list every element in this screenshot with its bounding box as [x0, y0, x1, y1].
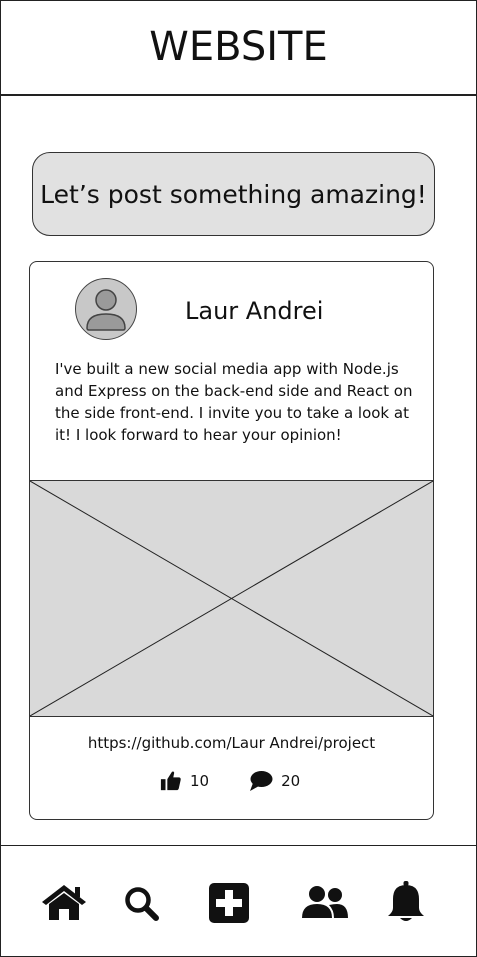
nav-home-button[interactable] [39, 882, 89, 922]
nav-search-button[interactable] [123, 886, 161, 922]
post-stats: 10 20 [160, 768, 300, 794]
home-icon [42, 885, 86, 920]
compose-label: Let’s post something amazing! [40, 179, 427, 209]
post-body-text: I've built a new social media app with N… [55, 360, 413, 444]
post-card: Laur Andrei I've built a new social medi… [29, 261, 434, 820]
bell-icon [388, 881, 424, 921]
site-title: WEBSITE [149, 23, 328, 70]
comment-button[interactable]: 20 [249, 770, 300, 792]
comment-icon [250, 771, 273, 791]
search-icon [125, 887, 159, 921]
thumbs-up-icon [160, 771, 181, 791]
app-frame: WEBSITE Let’s post something amazing! La… [0, 0, 477, 957]
header: WEBSITE [1, 1, 476, 96]
user-avatar-icon[interactable] [75, 278, 137, 340]
add-post-icon [209, 883, 249, 923]
nav-friends-button[interactable] [301, 884, 349, 920]
avatar-glyph [86, 289, 126, 331]
post-author-name[interactable]: Laur Andrei [185, 297, 323, 325]
bottom-nav [1, 845, 476, 957]
image-placeholder[interactable] [30, 480, 433, 717]
comment-count: 20 [281, 772, 301, 790]
nav-notifications-button[interactable] [386, 880, 426, 924]
compose-post-button[interactable]: Let’s post something amazing! [32, 152, 435, 236]
friends-icon [302, 886, 348, 918]
image-placeholder-cross [30, 481, 433, 716]
like-button[interactable]: 10 [160, 770, 209, 792]
post-link[interactable]: https://github.com/Laur Andrei/project [30, 734, 433, 752]
nav-add-post-button[interactable] [208, 882, 250, 924]
like-count: 10 [190, 772, 210, 790]
